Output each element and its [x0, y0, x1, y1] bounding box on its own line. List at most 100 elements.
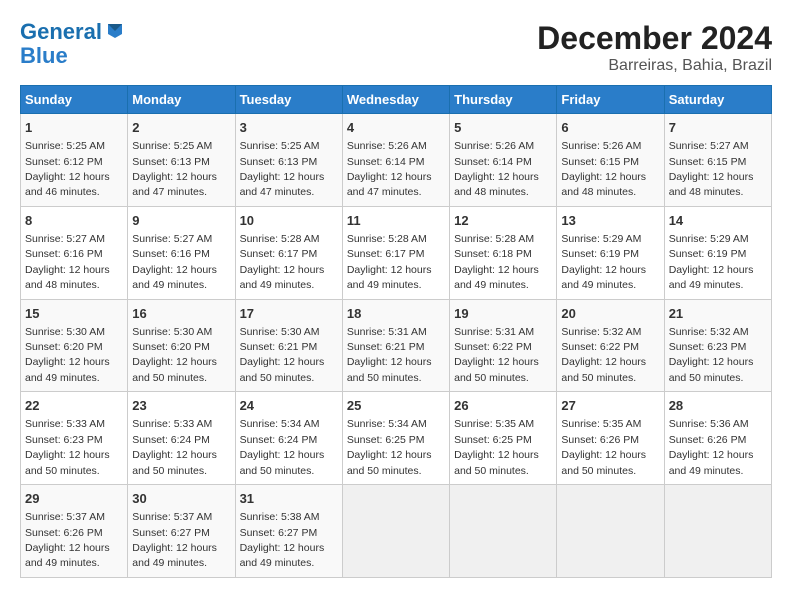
calendar-cell [557, 485, 664, 578]
day-info: Sunrise: 5:25 AM Sunset: 6:13 PM Dayligh… [132, 140, 217, 198]
header-day-tuesday: Tuesday [235, 86, 342, 114]
calendar-cell: 7 Sunrise: 5:27 AM Sunset: 6:15 PM Daylig… [664, 114, 771, 207]
day-number: 22 [25, 397, 123, 415]
title-block: December 2024 Barreiras, Bahia, Brazil [537, 20, 772, 75]
calendar-cell: 31 Sunrise: 5:38 AM Sunset: 6:27 PM Dayli… [235, 485, 342, 578]
calendar-cell: 26Sunrise: 5:35 AM Sunset: 6:25 PM Dayli… [450, 392, 557, 485]
calendar-cell: 14 Sunrise: 5:29 AM Sunset: 6:19 PM Dayli… [664, 206, 771, 299]
main-title: December 2024 [537, 20, 772, 57]
calendar-cell: 1Sunrise: 5:25 AM Sunset: 6:12 PM Daylig… [21, 114, 128, 207]
week-row-2: 8 Sunrise: 5:27 AM Sunset: 6:16 PM Daylig… [21, 206, 772, 299]
day-number: 25 [347, 397, 445, 415]
day-info: Sunrise: 5:32 AM Sunset: 6:22 PM Dayligh… [561, 326, 646, 384]
calendar-cell [450, 485, 557, 578]
day-number: 21 [669, 305, 767, 323]
day-info: Sunrise: 5:25 AM Sunset: 6:12 PM Dayligh… [25, 140, 110, 198]
calendar-cell: 27 Sunrise: 5:35 AM Sunset: 6:26 PM Dayli… [557, 392, 664, 485]
calendar-cell: 3 Sunrise: 5:25 AM Sunset: 6:13 PM Daylig… [235, 114, 342, 207]
day-number: 19 [454, 305, 552, 323]
day-info: Sunrise: 5:33 AM Sunset: 6:24 PM Dayligh… [132, 418, 217, 476]
day-info: Sunrise: 5:30 AM Sunset: 6:21 PM Dayligh… [240, 326, 325, 384]
day-info: Sunrise: 5:33 AM Sunset: 6:23 PM Dayligh… [25, 418, 110, 476]
day-info: Sunrise: 5:28 AM Sunset: 6:18 PM Dayligh… [454, 233, 539, 291]
page-header: General Blue December 2024 Barreiras, Ba… [20, 20, 772, 75]
calendar-cell [664, 485, 771, 578]
calendar-cell: 11 Sunrise: 5:28 AM Sunset: 6:17 PM Dayli… [342, 206, 449, 299]
header-row: SundayMondayTuesdayWednesdayThursdayFrid… [21, 86, 772, 114]
day-number: 6 [561, 119, 659, 137]
day-number: 28 [669, 397, 767, 415]
day-info: Sunrise: 5:31 AM Sunset: 6:21 PM Dayligh… [347, 326, 432, 384]
logo-icon [104, 20, 126, 42]
day-info: Sunrise: 5:27 AM Sunset: 6:16 PM Dayligh… [132, 233, 217, 291]
calendar-cell: 9 Sunrise: 5:27 AM Sunset: 6:16 PM Daylig… [128, 206, 235, 299]
day-number: 10 [240, 212, 338, 230]
calendar-cell: 5Sunrise: 5:26 AM Sunset: 6:14 PM Daylig… [450, 114, 557, 207]
calendar-cell: 15Sunrise: 5:30 AM Sunset: 6:20 PM Dayli… [21, 299, 128, 392]
calendar-cell: 8 Sunrise: 5:27 AM Sunset: 6:16 PM Daylig… [21, 206, 128, 299]
header-day-wednesday: Wednesday [342, 86, 449, 114]
calendar-cell: 29 Sunrise: 5:37 AM Sunset: 6:26 PM Dayli… [21, 485, 128, 578]
day-info: Sunrise: 5:30 AM Sunset: 6:20 PM Dayligh… [25, 326, 110, 384]
calendar-cell: 18Sunrise: 5:31 AM Sunset: 6:21 PM Dayli… [342, 299, 449, 392]
logo: General Blue [20, 20, 126, 68]
day-info: Sunrise: 5:28 AM Sunset: 6:17 PM Dayligh… [240, 233, 325, 291]
calendar-cell: 16Sunrise: 5:30 AM Sunset: 6:20 PM Dayli… [128, 299, 235, 392]
day-info: Sunrise: 5:36 AM Sunset: 6:26 PM Dayligh… [669, 418, 754, 476]
calendar-cell: 28 Sunrise: 5:36 AM Sunset: 6:26 PM Dayli… [664, 392, 771, 485]
day-number: 4 [347, 119, 445, 137]
day-number: 29 [25, 490, 123, 508]
calendar-cell: 2 Sunrise: 5:25 AM Sunset: 6:13 PM Daylig… [128, 114, 235, 207]
day-number: 11 [347, 212, 445, 230]
day-number: 31 [240, 490, 338, 508]
logo-blue-text: Blue [20, 43, 68, 68]
calendar-header: SundayMondayTuesdayWednesdayThursdayFrid… [21, 86, 772, 114]
calendar-cell: 23Sunrise: 5:33 AM Sunset: 6:24 PM Dayli… [128, 392, 235, 485]
day-info: Sunrise: 5:29 AM Sunset: 6:19 PM Dayligh… [561, 233, 646, 291]
day-number: 14 [669, 212, 767, 230]
calendar-cell: 20Sunrise: 5:32 AM Sunset: 6:22 PM Dayli… [557, 299, 664, 392]
day-info: Sunrise: 5:34 AM Sunset: 6:24 PM Dayligh… [240, 418, 325, 476]
day-number: 8 [25, 212, 123, 230]
calendar-cell: 17 Sunrise: 5:30 AM Sunset: 6:21 PM Dayli… [235, 299, 342, 392]
header-day-sunday: Sunday [21, 86, 128, 114]
day-info: Sunrise: 5:37 AM Sunset: 6:26 PM Dayligh… [25, 511, 110, 569]
day-number: 5 [454, 119, 552, 137]
calendar-cell: 10 Sunrise: 5:28 AM Sunset: 6:17 PM Dayli… [235, 206, 342, 299]
calendar-cell [342, 485, 449, 578]
day-number: 7 [669, 119, 767, 137]
day-number: 30 [132, 490, 230, 508]
calendar-cell: 21 Sunrise: 5:32 AM Sunset: 6:23 PM Dayli… [664, 299, 771, 392]
subtitle: Barreiras, Bahia, Brazil [537, 57, 772, 75]
day-number: 17 [240, 305, 338, 323]
calendar-cell: 25 Sunrise: 5:34 AM Sunset: 6:25 PM Dayli… [342, 392, 449, 485]
day-info: Sunrise: 5:34 AM Sunset: 6:25 PM Dayligh… [347, 418, 432, 476]
calendar-cell: 12 Sunrise: 5:28 AM Sunset: 6:18 PM Dayli… [450, 206, 557, 299]
day-info: Sunrise: 5:37 AM Sunset: 6:27 PM Dayligh… [132, 511, 217, 569]
day-number: 27 [561, 397, 659, 415]
day-number: 26 [454, 397, 552, 415]
day-number: 2 [132, 119, 230, 137]
week-row-3: 15Sunrise: 5:30 AM Sunset: 6:20 PM Dayli… [21, 299, 772, 392]
calendar-table: SundayMondayTuesdayWednesdayThursdayFrid… [20, 85, 772, 578]
day-number: 13 [561, 212, 659, 230]
day-info: Sunrise: 5:31 AM Sunset: 6:22 PM Dayligh… [454, 326, 539, 384]
day-info: Sunrise: 5:35 AM Sunset: 6:26 PM Dayligh… [561, 418, 646, 476]
week-row-4: 22 Sunrise: 5:33 AM Sunset: 6:23 PM Dayli… [21, 392, 772, 485]
day-number: 12 [454, 212, 552, 230]
calendar-cell: 19 Sunrise: 5:31 AM Sunset: 6:22 PM Dayli… [450, 299, 557, 392]
day-number: 9 [132, 212, 230, 230]
day-info: Sunrise: 5:28 AM Sunset: 6:17 PM Dayligh… [347, 233, 432, 291]
week-row-1: 1Sunrise: 5:25 AM Sunset: 6:12 PM Daylig… [21, 114, 772, 207]
day-info: Sunrise: 5:29 AM Sunset: 6:19 PM Dayligh… [669, 233, 754, 291]
calendar-cell: 22 Sunrise: 5:33 AM Sunset: 6:23 PM Dayli… [21, 392, 128, 485]
day-info: Sunrise: 5:38 AM Sunset: 6:27 PM Dayligh… [240, 511, 325, 569]
day-info: Sunrise: 5:26 AM Sunset: 6:15 PM Dayligh… [561, 140, 646, 198]
day-info: Sunrise: 5:32 AM Sunset: 6:23 PM Dayligh… [669, 326, 754, 384]
day-number: 3 [240, 119, 338, 137]
day-info: Sunrise: 5:27 AM Sunset: 6:15 PM Dayligh… [669, 140, 754, 198]
calendar-cell: 13 Sunrise: 5:29 AM Sunset: 6:19 PM Dayli… [557, 206, 664, 299]
day-info: Sunrise: 5:25 AM Sunset: 6:13 PM Dayligh… [240, 140, 325, 198]
calendar-cell: 24Sunrise: 5:34 AM Sunset: 6:24 PM Dayli… [235, 392, 342, 485]
day-info: Sunrise: 5:27 AM Sunset: 6:16 PM Dayligh… [25, 233, 110, 291]
